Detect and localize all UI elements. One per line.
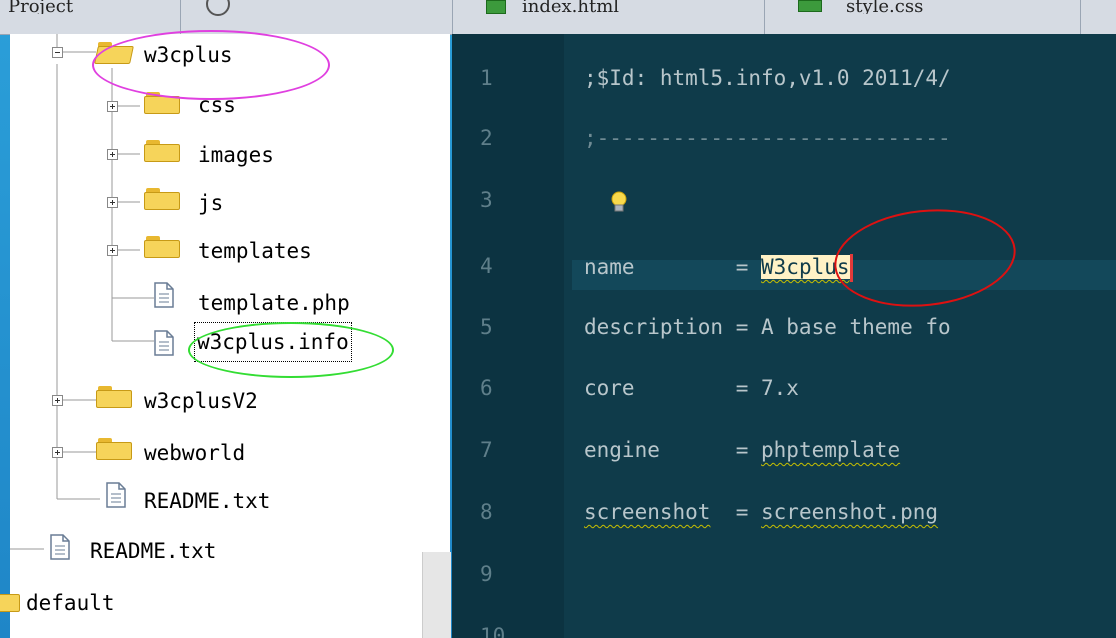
expand-toggle[interactable] <box>107 245 118 256</box>
code-line: ;$Id: html5.info,v1.0 2011/4/ <box>584 66 951 90</box>
tree-item-template-php[interactable]: template.php <box>198 288 350 318</box>
code-line: description = A base theme fo <box>584 315 951 339</box>
file-icon <box>154 330 174 356</box>
folder-icon <box>96 438 132 460</box>
line-number: 10 <box>480 624 506 638</box>
css-file-icon <box>798 0 822 12</box>
code-value: phptemplate <box>761 438 901 462</box>
code-line: ;---------------------------- <box>584 126 951 150</box>
tab-project[interactable]: Project <box>8 0 158 14</box>
expand-toggle[interactable] <box>107 149 118 160</box>
expand-toggle[interactable] <box>52 447 63 458</box>
code-key: screenshot <box>584 500 711 524</box>
line-number: 3 <box>480 188 493 212</box>
tree-item-images[interactable]: images <box>198 140 274 170</box>
sidebar-scrollbar[interactable] <box>422 552 451 638</box>
code-editor[interactable]: 1 2 3 4 5 6 7 8 9 10 ;$Id: html5.info,v1… <box>452 34 1116 638</box>
folder-icon <box>144 140 180 162</box>
annotation-ellipse-green <box>188 322 394 378</box>
tree-item-w3cplusv2[interactable]: w3cplusV2 <box>144 386 258 416</box>
expand-toggle[interactable] <box>107 197 118 208</box>
line-number: 2 <box>480 126 493 150</box>
code-equals: = <box>710 500 762 524</box>
code-line: name = W3cplus <box>584 254 853 282</box>
folder-icon <box>144 236 180 258</box>
line-number: 4 <box>480 254 493 278</box>
tree-item-webworld[interactable]: webworld <box>144 438 245 468</box>
code-value: screenshot.png <box>761 500 939 524</box>
collapse-toggle[interactable] <box>52 47 63 58</box>
code-key: name = <box>584 255 762 279</box>
annotation-ellipse-magenta <box>92 30 330 100</box>
lightbulb-icon[interactable] <box>608 190 630 216</box>
tab-style-css[interactable]: style.css <box>846 0 1026 14</box>
folder-icon <box>0 590 20 612</box>
folder-icon <box>96 386 132 408</box>
line-number: 5 <box>480 315 493 339</box>
folder-icon <box>144 188 180 210</box>
tree-item-default[interactable]: default <box>26 588 115 618</box>
tree-item-js[interactable]: js <box>198 188 223 218</box>
file-icon <box>154 282 174 308</box>
expand-toggle[interactable] <box>107 101 118 112</box>
tree-item-readme[interactable]: README.txt <box>144 486 270 516</box>
tab-index-html[interactable]: index.html <box>522 0 722 14</box>
annotation-ellipse-red <box>829 200 1021 316</box>
line-number: 8 <box>480 500 493 524</box>
line-number: 7 <box>480 438 493 462</box>
project-tree: w3cplus css images js templates template… <box>0 30 451 638</box>
toolbar-icon[interactable] <box>206 0 230 16</box>
code-line: screenshot = screenshot.png <box>584 500 938 524</box>
line-number: 9 <box>480 562 493 586</box>
top-toolbar: Project index.html style.css <box>0 0 1116 35</box>
code-key: engine = <box>584 438 762 462</box>
tree-item-readme-root[interactable]: README.txt <box>90 536 216 566</box>
code-line: core = 7.x <box>584 376 799 400</box>
file-icon <box>50 534 70 560</box>
line-number: 1 <box>480 66 493 90</box>
code-line: engine = phptemplate <box>584 438 900 462</box>
html-file-icon <box>486 0 506 14</box>
file-icon <box>106 482 126 508</box>
line-number: 6 <box>480 376 493 400</box>
tree-item-templates[interactable]: templates <box>198 236 312 266</box>
expand-toggle[interactable] <box>52 395 63 406</box>
